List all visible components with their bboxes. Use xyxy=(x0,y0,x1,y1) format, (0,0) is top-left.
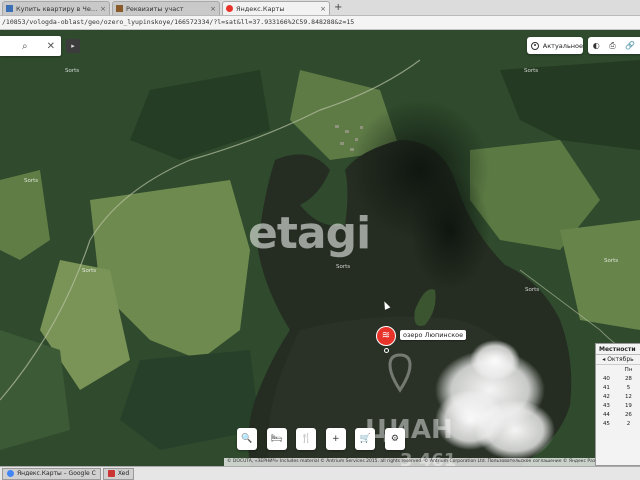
widget-month: Октябрь xyxy=(607,356,634,363)
map-tools: ◐ ⎙ 🔗 xyxy=(588,37,640,54)
taskbar-item-xed[interactable]: Xed xyxy=(102,467,135,480)
place-label: Sorts xyxy=(82,268,97,274)
tab-favicon-icon xyxy=(6,5,13,12)
tab-title: Реквизиты участ xyxy=(126,4,184,13)
search-icon[interactable]: 🔍 xyxy=(237,428,257,450)
weekday-header: Пн xyxy=(624,366,633,373)
restaurant-icon[interactable]: 🍴 xyxy=(296,428,317,450)
browser-tab-3[interactable]: Яндекс.Карты × xyxy=(222,1,330,15)
table-row: 45 2 xyxy=(602,420,631,427)
close-tab-icon[interactable]: × xyxy=(210,5,216,13)
satellite-map[interactable]: ⌕ ✕ ▸ Актуальное ◐ ⎙ 🔗 etagi Sorts Sorts… xyxy=(0,30,640,466)
tab-title: Яндекс.Карты xyxy=(236,4,285,13)
address-bar[interactable]: /10853/vologda-oblast/geo/ozero_lyupinsk… xyxy=(0,16,640,30)
table-row: 43 19 xyxy=(602,402,632,409)
new-tab-button[interactable]: + xyxy=(334,1,342,15)
collapse-panel-button[interactable]: ▸ xyxy=(66,39,80,53)
table-row: 44 26 xyxy=(602,411,632,418)
place-label: Sorts xyxy=(525,287,540,293)
lake-point-marker xyxy=(384,348,389,353)
print-icon[interactable]: ⎙ xyxy=(609,41,615,51)
place-label: Sorts xyxy=(24,178,39,184)
os-taskbar: Яндекс.Карты – Google C Xed xyxy=(0,466,640,480)
table-row: 40 28 xyxy=(602,375,632,382)
gear-icon[interactable]: ⚙ xyxy=(384,428,405,450)
text-editor-icon xyxy=(107,470,115,477)
map-search-box[interactable]: ⌕ ✕ xyxy=(0,36,61,56)
place-label: Sorts xyxy=(604,258,619,264)
link-icon[interactable]: 🔗 xyxy=(625,41,635,50)
plus-icon[interactable]: + xyxy=(325,428,346,450)
close-tab-icon[interactable]: × xyxy=(320,5,326,13)
chrome-icon xyxy=(7,470,14,477)
widget-title: Местности xyxy=(596,344,640,355)
table-row: 41 5 xyxy=(602,384,631,391)
etagi-watermark: etagi xyxy=(248,208,371,259)
bed-icon[interactable]: 🛏 xyxy=(266,428,287,450)
place-label: Sorts xyxy=(336,264,351,270)
search-icon[interactable]: ⌕ xyxy=(22,41,28,52)
poi-toolbar: 🔍 🛏 🍴 + 🛒 ⚙ xyxy=(237,428,405,451)
actual-label: Актуальное xyxy=(542,41,583,50)
lake-water-icon[interactable]: ≋ xyxy=(376,326,396,346)
tab-favicon-icon xyxy=(116,5,123,12)
actual-imagery-button[interactable]: Актуальное xyxy=(527,37,583,54)
calendar-widget: Местности ◂ Октябрь Пн 40 28 41 5 42 12 43 1… xyxy=(595,343,640,466)
target-icon xyxy=(531,41,539,50)
browser-tab-bar: Купить квартиру в Череп × Реквизиты учас… xyxy=(0,0,640,16)
tab-favicon-icon xyxy=(226,5,233,12)
close-tab-icon[interactable]: × xyxy=(100,5,106,13)
widget-month-selector[interactable]: ◂ Октябрь xyxy=(596,355,640,365)
cart-icon[interactable]: 🛒 xyxy=(355,428,376,450)
map-copyright: © DOCUTA, «ЗЕРНИЧ» Includes material © A… xyxy=(224,458,640,466)
lake-name-label[interactable]: озеро Люпинское xyxy=(400,330,467,340)
close-icon[interactable]: ✕ xyxy=(47,41,55,52)
browser-tab-1[interactable]: Купить квартиру в Череп × xyxy=(2,1,110,15)
place-label: Sorts xyxy=(524,68,539,74)
layers-icon[interactable]: ◐ xyxy=(593,41,600,50)
taskbar-item-browser[interactable]: Яндекс.Карты – Google C xyxy=(2,467,101,480)
browser-tab-2[interactable]: Реквизиты участ × xyxy=(112,1,220,15)
place-label: Sorts xyxy=(65,68,80,74)
tab-title: Купить квартиру в Череп xyxy=(16,4,99,13)
table-row: 42 12 xyxy=(602,393,632,400)
week-table: Пн 40 28 41 5 42 12 43 19 44 26 45 2 xyxy=(596,365,640,428)
taskbar-item-label: Яндекс.Карты – Google C xyxy=(17,470,96,477)
taskbar-item-label: Xed xyxy=(117,470,130,477)
